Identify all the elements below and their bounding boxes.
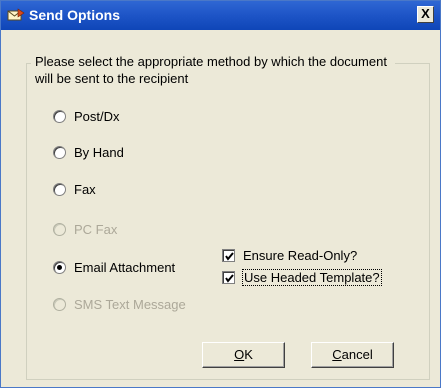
- ok-button[interactable]: OK: [202, 342, 285, 368]
- radio-label: PC Fax: [74, 222, 118, 237]
- send-mail-icon: [7, 8, 25, 22]
- cancel-button[interactable]: Cancel: [311, 342, 394, 368]
- ok-label-rest: K: [244, 347, 253, 362]
- cancel-mnemonic: C: [332, 347, 342, 362]
- radio-label: Email Attachment: [74, 260, 176, 275]
- checkmark-icon: [225, 252, 234, 261]
- checkmark-icon: [225, 274, 234, 283]
- radio-button: [53, 298, 66, 311]
- radio-label: By Hand: [74, 145, 124, 160]
- radio-label: SMS Text Message: [74, 297, 186, 312]
- cancel-label-rest: ancel: [341, 347, 373, 362]
- checkbox-label: Use Headed Template?: [242, 269, 382, 286]
- dialog-title: Send Options: [29, 7, 120, 23]
- close-button[interactable]: X: [417, 6, 434, 23]
- radio-button[interactable]: [53, 261, 66, 274]
- send-options-dialog: Send Options X Please select the appropr…: [0, 0, 441, 388]
- title-bar[interactable]: Send Options X: [1, 1, 440, 30]
- radio-button[interactable]: [53, 110, 66, 123]
- group-caption: Please select the appropriate method by …: [31, 53, 395, 87]
- radio-button[interactable]: [53, 146, 66, 159]
- ok-mnemonic: O: [234, 347, 245, 362]
- close-icon: X: [421, 6, 430, 21]
- radio-button[interactable]: [53, 183, 66, 196]
- radio-button: [53, 223, 66, 236]
- radio-label: Post/Dx: [74, 109, 120, 124]
- checkbox-label: Ensure Read-Only?: [243, 248, 358, 263]
- radio-label: Fax: [74, 182, 96, 197]
- checkbox[interactable]: [222, 249, 235, 262]
- checkbox[interactable]: [222, 271, 235, 284]
